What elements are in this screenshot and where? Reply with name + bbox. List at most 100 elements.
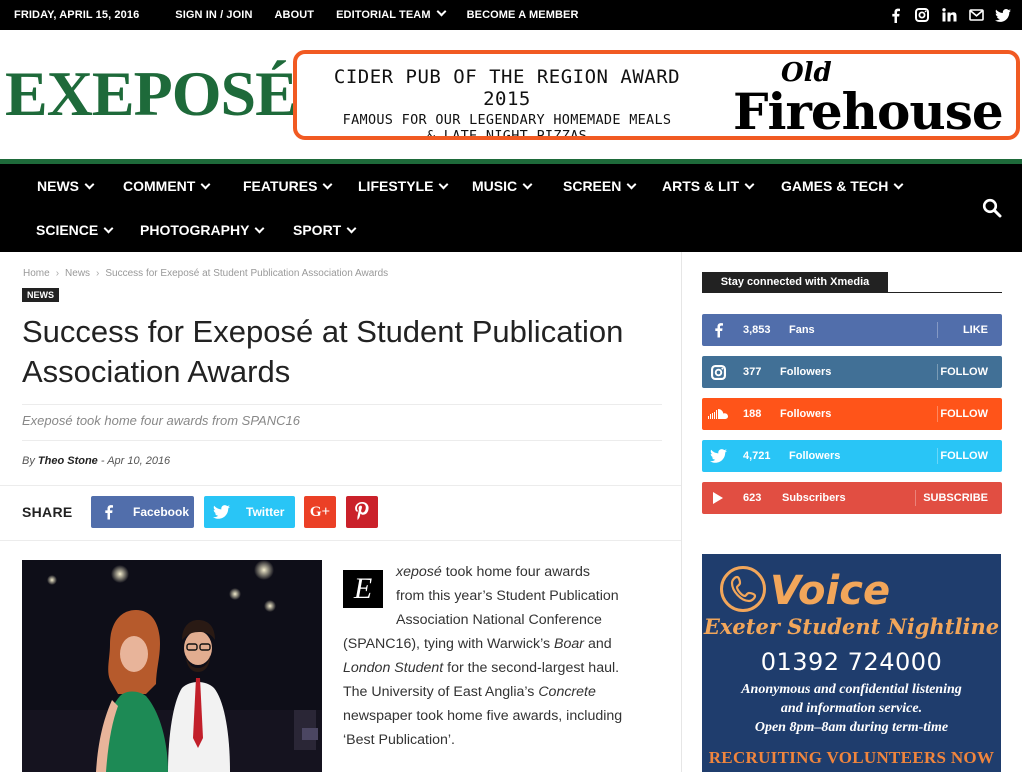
nav-comment[interactable]: COMMENT: [123, 178, 209, 194]
editorial-team-link[interactable]: EDITORIAL TEAM: [336, 9, 445, 21]
twitter-label: Followers: [789, 450, 841, 462]
nav-arts-lit[interactable]: ARTS & LIT: [662, 178, 753, 194]
social-counter-youtube[interactable]: 623 Subscribers SUBSCRIBE: [702, 482, 1002, 514]
nav-photography-label: PHOTOGRAPHY: [140, 222, 250, 238]
sign-in-link[interactable]: SIGN IN / JOIN: [175, 9, 252, 21]
instagram-follow-action[interactable]: FOLLOW: [940, 366, 988, 378]
linkedin-icon[interactable]: [940, 6, 958, 24]
nightline-advert[interactable]: Voice Exeter Student Nightline 01392 724…: [702, 554, 1001, 772]
pinterest-icon: [355, 501, 369, 523]
about-link[interactable]: ABOUT: [275, 9, 315, 21]
nav-lifestyle[interactable]: LIFESTYLE: [358, 178, 447, 194]
current-date: FRIDAY, APRIL 15, 2016: [14, 9, 140, 21]
breadcrumb-separator-1: ›: [55, 268, 60, 279]
breadcrumb-news[interactable]: News: [65, 268, 90, 279]
twitter-icon: [702, 440, 734, 472]
advert-banner[interactable]: CIDER PUB OF THE REGION AWARD 2015 FAMOU…: [293, 50, 1020, 140]
soundcloud-label: Followers: [780, 408, 832, 420]
article-subtitle: Exeposé took home four awards from SPANC…: [22, 413, 300, 428]
twitter-follow-action[interactable]: FOLLOW: [940, 450, 988, 462]
share-googleplus-button[interactable]: G+: [304, 496, 336, 528]
twitter-icon[interactable]: [994, 6, 1012, 24]
nav-screen-label: SCREEN: [563, 178, 622, 194]
body-line-5: London Student for the second-largest ha…: [343, 656, 619, 680]
ad-tagline: Exeter Student Nightline: [703, 614, 1000, 639]
facebook-separator: [937, 322, 938, 338]
author-name[interactable]: Theo Stone: [38, 455, 98, 467]
nav-sport[interactable]: SPORT: [293, 222, 355, 238]
nav-sport-label: SPORT: [293, 222, 342, 238]
share-twitter-button[interactable]: Twitter: [204, 496, 295, 528]
banner-headline: CIDER PUB OF THE REGION AWARD 2015: [333, 66, 681, 110]
breadcrumb-separator-2: ›: [96, 268, 100, 279]
social-counter-twitter[interactable]: 4,721 Followers FOLLOW: [702, 440, 1002, 472]
subtitle-divider: [22, 440, 662, 441]
body-line-2: from this year’s Student Publication: [396, 588, 619, 604]
sidebar-heading: Stay connected with Xmedia: [702, 272, 888, 292]
title-divider: [22, 404, 662, 405]
share-facebook-label: Facebook: [133, 505, 190, 519]
body-line-4-b: and: [584, 636, 612, 652]
main-navigation: NEWS COMMENT FEATURES LIFESTYLE MUSIC SC…: [0, 164, 1022, 252]
nav-photography[interactable]: PHOTOGRAPHY: [140, 222, 263, 238]
facebook-count: 3,853: [743, 324, 771, 336]
soundcloud-follow-action[interactable]: FOLLOW: [940, 408, 988, 420]
become-member-link[interactable]: BECOME A MEMBER: [467, 9, 579, 21]
nav-science[interactable]: SCIENCE: [36, 222, 112, 238]
publish-date: Apr 10, 2016: [107, 455, 171, 467]
instagram-label: Followers: [780, 366, 832, 378]
byline: By Theo Stone - Apr 10, 2016: [22, 455, 170, 467]
nav-lifestyle-label: LIFESTYLE: [358, 178, 434, 194]
ad-info: Anonymous and confidential listening and…: [702, 680, 1001, 737]
article-title: Success for Exeposé at Student Publicati…: [22, 314, 624, 389]
ad-phone-number: 01392 724000: [760, 648, 943, 676]
nav-science-label: SCIENCE: [36, 222, 99, 238]
nav-music[interactable]: MUSIC: [472, 178, 531, 194]
breadcrumb-current[interactable]: Success for Exeposé at Student Publicati…: [105, 268, 388, 279]
logo-text: Exeposé: [5, 58, 298, 129]
instagram-separator: [937, 364, 938, 380]
search-icon[interactable]: [982, 198, 1004, 220]
facebook-icon[interactable]: [886, 6, 904, 24]
youtube-subscribe-action[interactable]: SUBSCRIBE: [923, 492, 988, 504]
social-counter-facebook[interactable]: 3,853 Fans LIKE: [702, 314, 1002, 346]
nav-games-tech-label: GAMES & TECH: [781, 178, 889, 194]
ad-brand: Voice: [770, 568, 891, 614]
facebook-icon: [91, 496, 125, 528]
nav-news[interactable]: NEWS: [37, 178, 93, 194]
share-pinterest-button[interactable]: [346, 496, 378, 528]
body-line-8: ‘Best Publication’.: [343, 732, 455, 748]
ad-info-line-1: Anonymous and confidential listening: [741, 682, 962, 697]
breadcrumb: Home › News › Success for Exeposé at Student…: [23, 268, 388, 279]
soundcloud-count: 188: [743, 408, 762, 420]
site-logo[interactable]: Exeposé: [5, 62, 298, 126]
banner-line-2: FAMOUS FOR OUR LEGENDARY HOMEMADE MEALS: [342, 112, 672, 128]
breadcrumb-home[interactable]: Home: [23, 268, 50, 279]
body-line-5-em: London Student: [343, 660, 444, 676]
byline-prefix: By: [22, 455, 35, 467]
youtube-count: 623: [743, 492, 762, 504]
soundcloud-separator: [937, 406, 938, 422]
nav-screen[interactable]: SCREEN: [563, 178, 635, 194]
ad-info-line-2: and information service.: [780, 701, 923, 716]
instagram-icon[interactable]: [913, 6, 931, 24]
youtube-label: Subscribers: [782, 492, 846, 504]
nav-music-label: MUSIC: [472, 178, 518, 194]
mail-icon[interactable]: [967, 6, 985, 24]
category-tag[interactable]: NEWS: [22, 288, 59, 302]
nav-features[interactable]: FEATURES: [243, 178, 331, 194]
facebook-like-action[interactable]: LIKE: [963, 324, 988, 336]
body-line-1: xeposé took home four awards: [396, 560, 590, 584]
article-photo[interactable]: [22, 560, 322, 772]
body-line-4-em: Boar: [554, 636, 584, 652]
facebook-label: Fans: [789, 324, 815, 336]
sidebar-heading-line: [702, 292, 1002, 293]
body-line-6-a: The University of East Anglia’s: [343, 684, 539, 700]
body-line-1-rest: took home four awards: [441, 564, 591, 580]
social-counter-soundcloud[interactable]: 188 Followers FOLLOW: [702, 398, 1002, 430]
share-facebook-button[interactable]: Facebook: [91, 496, 194, 528]
twitter-count: 4,721: [743, 450, 771, 462]
social-counter-instagram[interactable]: 377 Followers FOLLOW: [702, 356, 1002, 388]
nav-games-tech[interactable]: GAMES & TECH: [781, 178, 902, 194]
nav-news-label: NEWS: [37, 178, 79, 194]
